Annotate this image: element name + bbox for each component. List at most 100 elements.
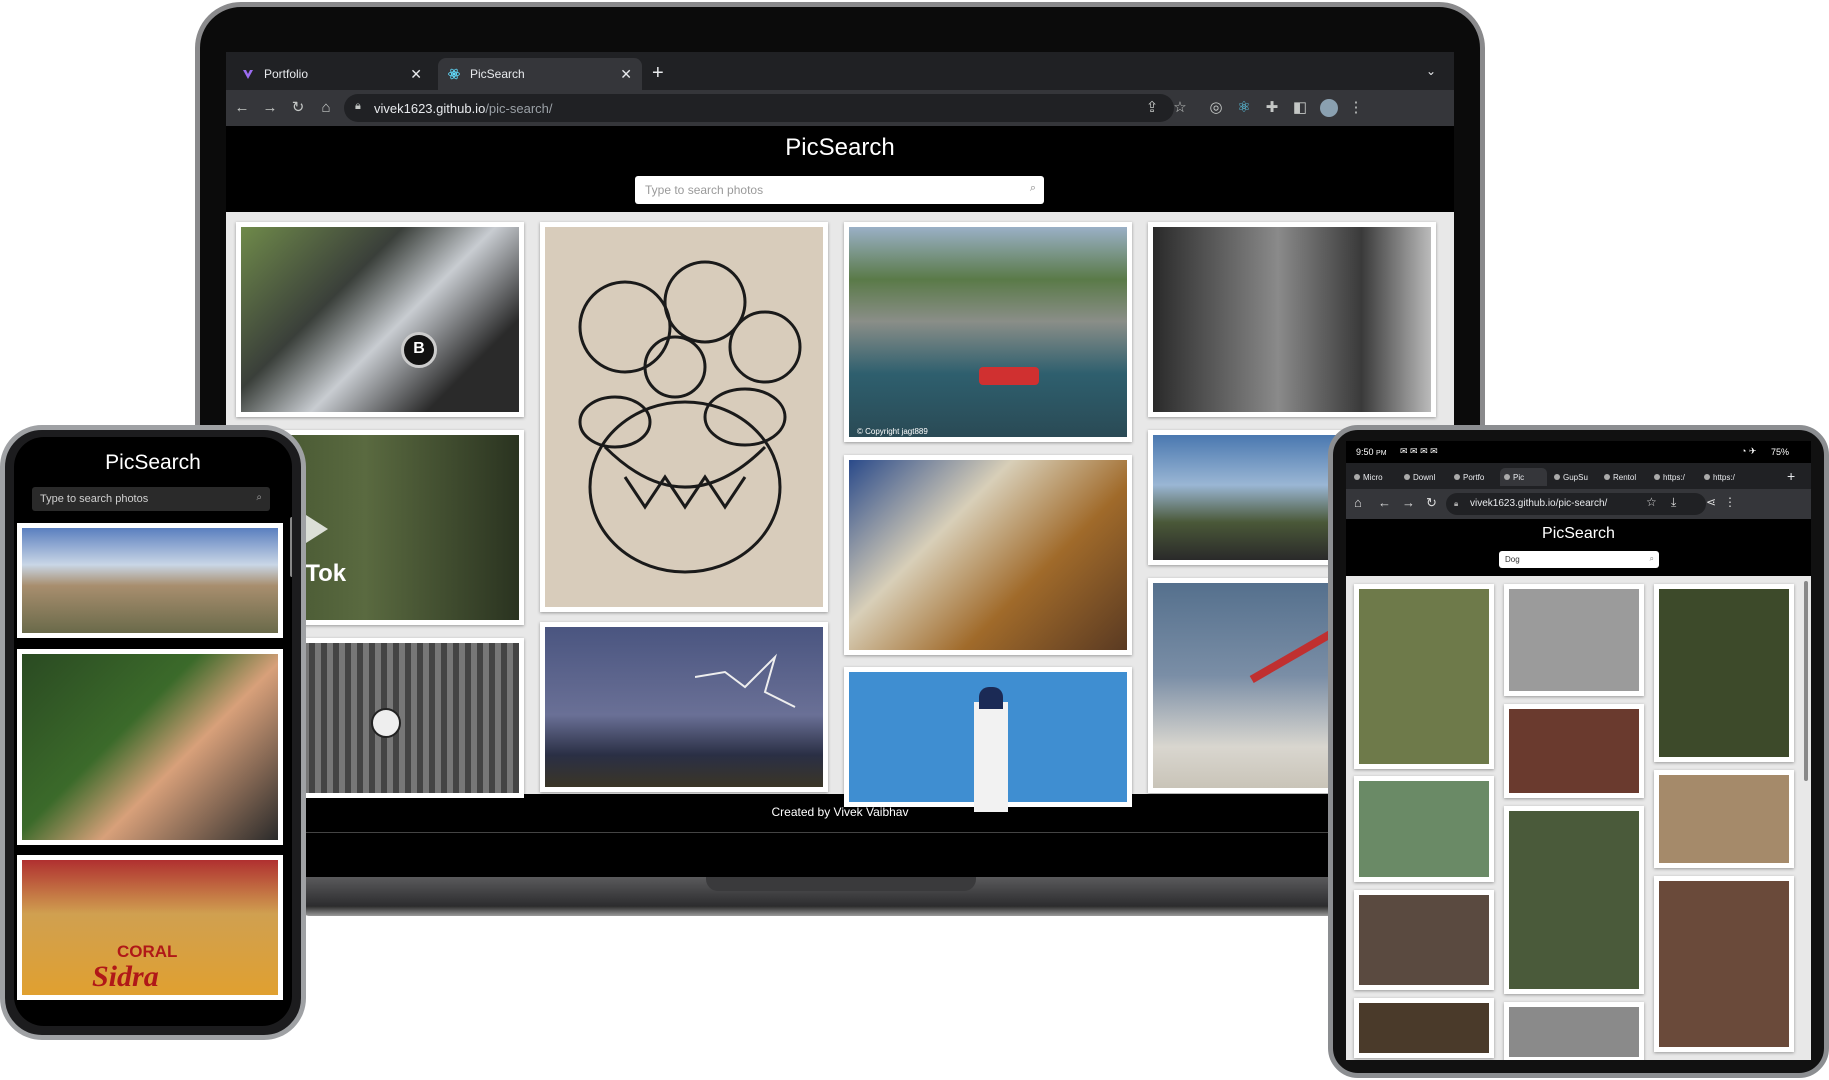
reload-icon[interactable]: ↻: [288, 98, 308, 118]
tablet-tab[interactable]: Downl: [1400, 468, 1447, 486]
page-title: PicSearch: [1542, 525, 1615, 542]
tab-label: GupSu: [1563, 472, 1588, 482]
page-title: PicSearch: [105, 451, 201, 474]
tablet-tab[interactable]: Micro: [1350, 468, 1397, 486]
photo-card[interactable]: © Copyright jagt889: [844, 222, 1132, 442]
side-panel-icon[interactable]: ◧: [1290, 98, 1310, 118]
bentley-badge-icon: B: [401, 332, 437, 368]
tab-label: Downl: [1413, 472, 1436, 482]
tab-favicon-icon: [1404, 474, 1410, 480]
tab-favicon-icon: [1504, 474, 1510, 480]
search-placeholder: Type to search photos: [645, 183, 764, 197]
photo-card[interactable]: [1504, 584, 1644, 696]
share-icon[interactable]: ⇪: [1142, 98, 1162, 118]
tab-favicon-icon: [1454, 474, 1460, 480]
bookmark-star-icon[interactable]: ☆: [1646, 495, 1657, 509]
more-menu-icon[interactable]: ⋮: [1346, 98, 1366, 118]
tab-portfolio[interactable]: Portfolio ✕: [232, 58, 432, 90]
url-path: /pic-search/: [485, 100, 553, 116]
back-icon[interactable]: ←: [232, 98, 252, 118]
tablet-tab[interactable]: Portfo: [1450, 468, 1497, 486]
photo-card[interactable]: B: [236, 222, 524, 417]
photo-card[interactable]: [17, 649, 283, 845]
download-icon[interactable]: ⤓: [1671, 495, 1676, 510]
url-text: vivek1623.github.io/pic-search/: [1470, 498, 1608, 509]
browser-tab-strip: Portfolio ✕ PicSearch ✕ + ⌄: [226, 52, 1454, 90]
photo-card[interactable]: [1354, 998, 1494, 1058]
profile-avatar[interactable]: [1320, 99, 1338, 117]
photo-card[interactable]: [17, 523, 283, 638]
extensions-puzzle-icon[interactable]: ✚: [1262, 98, 1282, 118]
lock-icon: 🔒︎: [1454, 499, 1459, 508]
react-devtools-icon[interactable]: ⚛: [1234, 98, 1254, 118]
photo-card[interactable]: [1504, 1002, 1644, 1060]
tablet-tab[interactable]: https:/: [1700, 468, 1747, 486]
sketch-drawing: [578, 260, 802, 574]
photo-card[interactable]: [1654, 876, 1794, 1052]
tab-label: https:/: [1663, 472, 1685, 482]
photo-card[interactable]: [1148, 222, 1436, 417]
reload-icon[interactable]: ↻: [1426, 495, 1437, 511]
extension-circle-icon[interactable]: ◎: [1206, 98, 1226, 118]
photo-card[interactable]: [844, 667, 1132, 812]
photo-card[interactable]: [1354, 890, 1494, 990]
tablet-tab[interactable]: https:/: [1650, 468, 1697, 486]
photo-card[interactable]: [1354, 584, 1494, 769]
close-icon[interactable]: ✕: [410, 66, 422, 83]
photo-card[interactable]: [1654, 584, 1794, 762]
tab-favicon-icon: [1704, 474, 1710, 480]
share-icon[interactable]: ⋖: [1706, 495, 1716, 509]
bookmark-star-icon[interactable]: ☆: [1170, 98, 1190, 118]
phone-screen: PicSearch Type to search photos ⌕ CORAL …: [14, 437, 292, 1026]
new-tab-button[interactable]: +: [1787, 468, 1795, 484]
tablet-tab[interactable]: Rentol: [1600, 468, 1647, 486]
more-menu-icon[interactable]: ⋮: [1724, 495, 1736, 509]
tablet-screen: 9:50 PM ✉ ✉ ✉ ✉ ◔ ✈ 75% Micro Downl Portfo…: [1346, 441, 1811, 1060]
address-bar[interactable]: 🔒︎ vivek1623.github.io/pic-search/: [1446, 493, 1706, 515]
search-input[interactable]: Type to search photos ⌕: [32, 487, 270, 511]
tab-favicon-icon: [1604, 474, 1610, 480]
scrollbar[interactable]: [290, 517, 292, 577]
photo-card[interactable]: [540, 222, 828, 612]
search-value: Dog: [1505, 555, 1520, 564]
close-icon[interactable]: ✕: [620, 66, 632, 83]
tab-list: Micro Downl Portfo Pic GupSu Rentol https:/ htt…: [1350, 468, 1747, 486]
battery-level: 75%: [1771, 447, 1790, 457]
browser-toolbar: ⌂ ← → ↻ 🔒︎ vivek1623.github.io/pic-searc…: [1346, 489, 1811, 519]
search-icon: ⌕: [1029, 182, 1036, 194]
browser-toolbar: ← → ↻ ⌂ 🔒︎ vivek1623.github.io/pic-searc…: [226, 90, 1454, 126]
search-icon: ⌕: [1649, 554, 1654, 563]
tablet-tab[interactable]: Pic: [1500, 468, 1547, 486]
photo-card[interactable]: [844, 455, 1132, 655]
new-tab-button[interactable]: +: [652, 62, 664, 85]
address-bar[interactable]: 🔒︎ vivek1623.github.io/pic-search/: [344, 94, 1174, 122]
photo-card[interactable]: [1504, 806, 1644, 994]
tab-picsearch[interactable]: PicSearch ✕: [438, 58, 642, 90]
photo-gallery: B TikTok © Copyright jagt889: [226, 212, 1454, 812]
tablet-tab[interactable]: GupSu: [1550, 468, 1597, 486]
tab-label: PicSearch: [470, 67, 525, 81]
forward-icon[interactable]: →: [1402, 495, 1415, 510]
photo-card[interactable]: [1354, 776, 1494, 882]
home-icon[interactable]: ⌂: [1354, 495, 1362, 510]
photo-card[interactable]: [1504, 704, 1644, 798]
tab-label: https:/: [1713, 472, 1735, 482]
back-icon[interactable]: ←: [1378, 495, 1391, 510]
tab-search-chevron-icon[interactable]: ⌄: [1426, 64, 1436, 78]
laptop-notch: [706, 877, 976, 891]
tab-favicon-icon: [1654, 474, 1660, 480]
photo-card[interactable]: [540, 622, 828, 792]
page-title: PicSearch: [785, 134, 895, 161]
photo-card[interactable]: CORAL Sidra: [17, 855, 283, 1000]
home-icon[interactable]: ⌂: [316, 98, 336, 118]
photo-card[interactable]: [1654, 770, 1794, 868]
wifi-icon: ◔ ✈: [1741, 446, 1757, 456]
react-favicon-icon: [448, 68, 460, 80]
boat-shape: [979, 367, 1039, 385]
url-host: vivek1623.github.io: [374, 100, 486, 116]
forward-icon[interactable]: →: [260, 98, 280, 118]
scrollbar[interactable]: [1804, 581, 1808, 781]
search-input[interactable]: Dog ⌕: [1499, 551, 1659, 568]
portfolio-favicon-icon: [242, 68, 254, 80]
search-input[interactable]: Type to search photos ⌕: [635, 176, 1044, 204]
